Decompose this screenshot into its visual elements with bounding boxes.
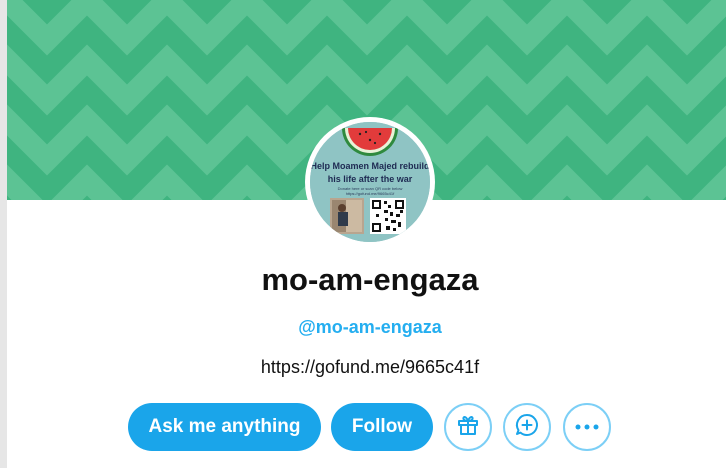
gift-button[interactable] (444, 403, 492, 451)
more-icon (574, 418, 600, 436)
profile-link[interactable]: https://gofund.me/9665c41f (0, 357, 726, 378)
avatar-image: Help Moamen Majed rebuild his life after… (310, 122, 430, 242)
avatar-small-text: Donate here or scan QR code below https:… (337, 186, 403, 196)
ask-bubble-button[interactable] (503, 403, 551, 451)
ask-me-anything-button[interactable]: Ask me anything (128, 403, 321, 451)
avatar-headline: Help Moamen Majed rebuild his life after… (310, 161, 430, 184)
display-name: mo-am-engaza (261, 262, 479, 297)
person-photo (330, 198, 364, 234)
left-edge-strip (0, 0, 7, 468)
more-options-button[interactable] (563, 403, 611, 451)
follow-button[interactable]: Follow (331, 403, 433, 451)
profile-handle[interactable]: @mo-am-engaza (0, 317, 726, 338)
ask-bubble-icon (514, 412, 540, 443)
qr-code-icon (370, 198, 406, 234)
gift-icon (456, 413, 480, 442)
avatar[interactable]: Help Moamen Majed rebuild his life after… (305, 117, 435, 247)
